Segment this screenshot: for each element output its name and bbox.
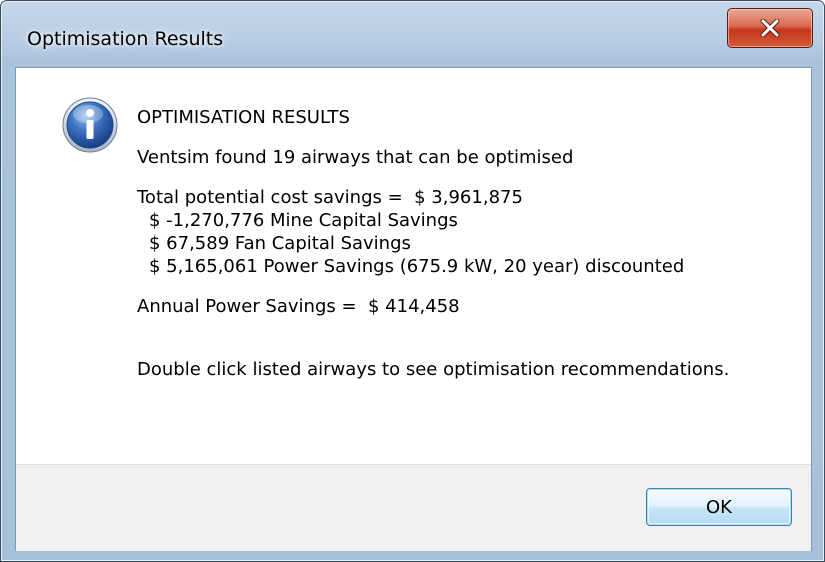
message-area: OPTIMISATION RESULTS Ventsim found 19 ai… xyxy=(16,68,811,464)
total-savings-text: Total potential cost savings = $ 3,961,8… xyxy=(137,187,523,208)
close-button[interactable] xyxy=(727,8,813,48)
ok-button[interactable]: OK xyxy=(646,488,792,526)
button-bar: OK xyxy=(16,464,811,551)
info-icon xyxy=(62,97,118,153)
message-text: OPTIMISATION RESULTS Ventsim found 19 ai… xyxy=(137,106,729,381)
dialog-client-area: OPTIMISATION RESULTS Ventsim found 19 ai… xyxy=(15,67,812,551)
fan-capital-savings-text: $ 67,589 Fan Capital Savings xyxy=(149,233,411,254)
instruction-text: Double click listed airways to see optim… xyxy=(137,359,730,380)
close-icon xyxy=(760,19,780,37)
dialog-window: Optimisation Results OPTIMISATION RESULT… xyxy=(0,0,825,562)
title-bar[interactable]: Optimisation Results xyxy=(1,1,824,67)
mine-capital-savings-text: $ -1,270,776 Mine Capital Savings xyxy=(149,210,458,231)
annual-power-savings-text: Annual Power Savings = $ 414,458 xyxy=(137,296,460,317)
power-savings-text: $ 5,165,061 Power Savings (675.9 kW, 20 … xyxy=(149,256,685,277)
airways-found-text: Ventsim found 19 airways that can be opt… xyxy=(137,147,574,168)
message-heading: OPTIMISATION RESULTS xyxy=(137,107,350,128)
window-title: Optimisation Results xyxy=(27,28,224,50)
